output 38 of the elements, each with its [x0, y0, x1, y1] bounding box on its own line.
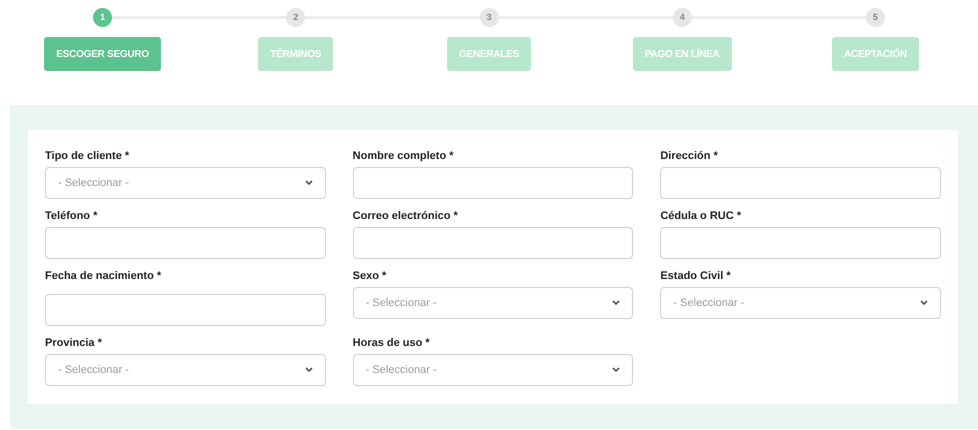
field-label: Sexo * — [352, 270, 388, 283]
step-number: 5 — [866, 8, 885, 27]
text-input[interactable] — [45, 227, 326, 259]
chevron-down-icon — [304, 180, 313, 186]
text-input[interactable] — [660, 167, 941, 199]
chevron-down-icon — [920, 300, 928, 306]
chevron-down-icon — [612, 367, 620, 373]
field-label: Fecha de nacimiento * — [45, 270, 162, 283]
field-label: Teléfono * — [45, 210, 98, 223]
select-field[interactable]: - Seleccionar - — [45, 354, 326, 386]
select-placeholder: - Seleccionar - — [673, 296, 744, 311]
select-placeholder: - Seleccionar - — [366, 362, 437, 378]
field-label: Nombre completo * — [352, 150, 455, 163]
field-label: Horas de uso * — [352, 337, 431, 350]
chevron-down-icon — [612, 300, 620, 306]
select-field[interactable]: - Seleccionar - — [660, 287, 941, 319]
step-tab[interactable]: ESCOGER SEGURO — [44, 37, 161, 71]
field-label: Correo electrónico * — [352, 210, 459, 223]
step-number: 4 — [672, 8, 692, 27]
select-placeholder: - Seleccionar - — [58, 176, 129, 191]
step-number: 3 — [480, 8, 498, 27]
field-label: Provincia * — [45, 337, 103, 350]
text-input[interactable] — [352, 167, 634, 199]
select-field[interactable]: - Seleccionar - — [352, 354, 634, 386]
chevron-down-icon — [304, 367, 313, 373]
field-label: Dirección * — [660, 150, 719, 163]
field-label: Tipo de cliente * — [45, 150, 130, 163]
field-label: Estado Civil * — [660, 270, 732, 283]
text-input[interactable] — [45, 294, 326, 326]
step-number: 2 — [286, 8, 306, 27]
step-number: 1 — [93, 8, 112, 27]
select-placeholder: - Seleccionar - — [366, 296, 437, 311]
field-label: Cédula o RUC * — [660, 210, 742, 223]
text-input[interactable] — [352, 227, 634, 259]
select-field[interactable]: - Seleccionar - — [45, 167, 326, 199]
select-field[interactable]: - Seleccionar - — [352, 287, 634, 319]
select-placeholder: - Seleccionar - — [58, 362, 129, 378]
text-input[interactable] — [660, 227, 941, 259]
